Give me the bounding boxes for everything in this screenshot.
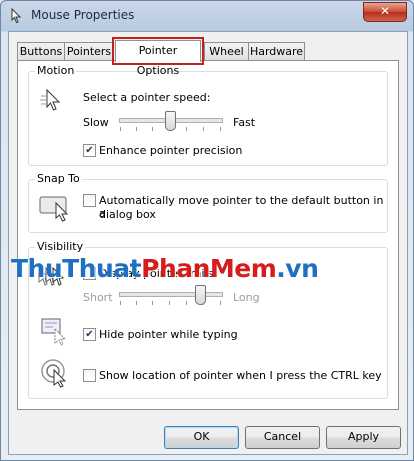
- pointer-options-panel: Motion Select a pointer speed: Slow Fast…: [17, 60, 399, 410]
- speed-tick: [152, 127, 153, 131]
- snap-to-checkbox[interactable]: [83, 194, 96, 207]
- show-location-label: Show location of pointer when I press th…: [99, 369, 382, 382]
- speed-label: Select a pointer speed:: [83, 91, 211, 104]
- show-location-icon: [41, 359, 67, 388]
- trails-tick: [169, 301, 170, 305]
- mouse-icon: [11, 8, 22, 24]
- speed-fast-label: Fast: [233, 116, 256, 129]
- motion-group-label: Motion: [35, 64, 77, 77]
- apply-button[interactable]: Apply: [326, 426, 401, 449]
- title-bar[interactable]: Mouse Properties ✕: [1, 1, 413, 31]
- hide-pointer-icon: [41, 318, 67, 346]
- watermark-part-3: .vn: [276, 254, 319, 283]
- trails-short-label: Short: [83, 291, 113, 304]
- enhance-precision-checkbox[interactable]: ✔: [83, 144, 96, 157]
- window-title: Mouse Properties: [31, 8, 135, 22]
- trails-slider-track: [119, 292, 223, 297]
- trails-tick: [186, 301, 187, 305]
- tab-pointers[interactable]: Pointers: [64, 42, 114, 60]
- snap-to-group: Snap To Automatically move pointer to th…: [28, 172, 388, 233]
- snap-to-icon: [39, 196, 69, 222]
- speed-tick: [136, 127, 137, 131]
- ok-button[interactable]: OK: [164, 426, 239, 449]
- hide-pointer-checkbox[interactable]: ✔: [83, 328, 96, 341]
- speed-slow-label: Slow: [83, 116, 109, 129]
- tab-hardware[interactable]: Hardware: [248, 42, 305, 60]
- watermark-part-1: ThuThuat: [11, 254, 142, 283]
- visibility-group-label: Visibility: [35, 240, 86, 253]
- close-button[interactable]: ✕: [363, 2, 407, 22]
- tab-wheel[interactable]: Wheel: [204, 42, 249, 60]
- enhance-precision-label: Enhance pointer precision: [99, 144, 243, 157]
- speed-tick: [186, 127, 187, 131]
- speed-tick: [220, 127, 221, 131]
- show-location-checkbox[interactable]: [83, 369, 96, 382]
- trails-tick: [120, 301, 121, 305]
- snap-to-label-line-2: dialog box: [99, 208, 156, 221]
- mouse-properties-window: Mouse Properties ✕ Buttons Pointers Poin…: [0, 0, 414, 461]
- trails-tick: [220, 301, 221, 305]
- trails-tick: [152, 301, 153, 305]
- motion-group: Motion Select a pointer speed: Slow Fast…: [28, 64, 388, 166]
- hide-pointer-label: Hide pointer while typing: [99, 328, 238, 341]
- speed-tick: [203, 127, 204, 131]
- tab-buttons[interactable]: Buttons: [17, 42, 65, 60]
- pointer-speed-icon: [40, 88, 61, 111]
- speed-tick: [120, 127, 121, 131]
- trails-long-label: Long: [233, 291, 260, 304]
- pointer-trails-slider[interactable]: [119, 284, 223, 306]
- cancel-button[interactable]: Cancel: [245, 426, 320, 449]
- trails-slider-thumb[interactable]: [195, 285, 206, 305]
- watermark-part-2: PhanMem: [141, 254, 277, 283]
- pointer-speed-slider[interactable]: [119, 110, 223, 132]
- tab-pointer-options[interactable]: Pointer Options: [112, 37, 204, 77]
- speed-slider-thumb[interactable]: [165, 111, 176, 131]
- trails-tick: [136, 301, 137, 305]
- dialog-client-area: Buttons Pointers Pointer Options Wheel H…: [8, 31, 408, 455]
- watermark: ThuThuatPhanMem.vn: [11, 254, 319, 283]
- snap-to-group-label: Snap To: [35, 172, 82, 185]
